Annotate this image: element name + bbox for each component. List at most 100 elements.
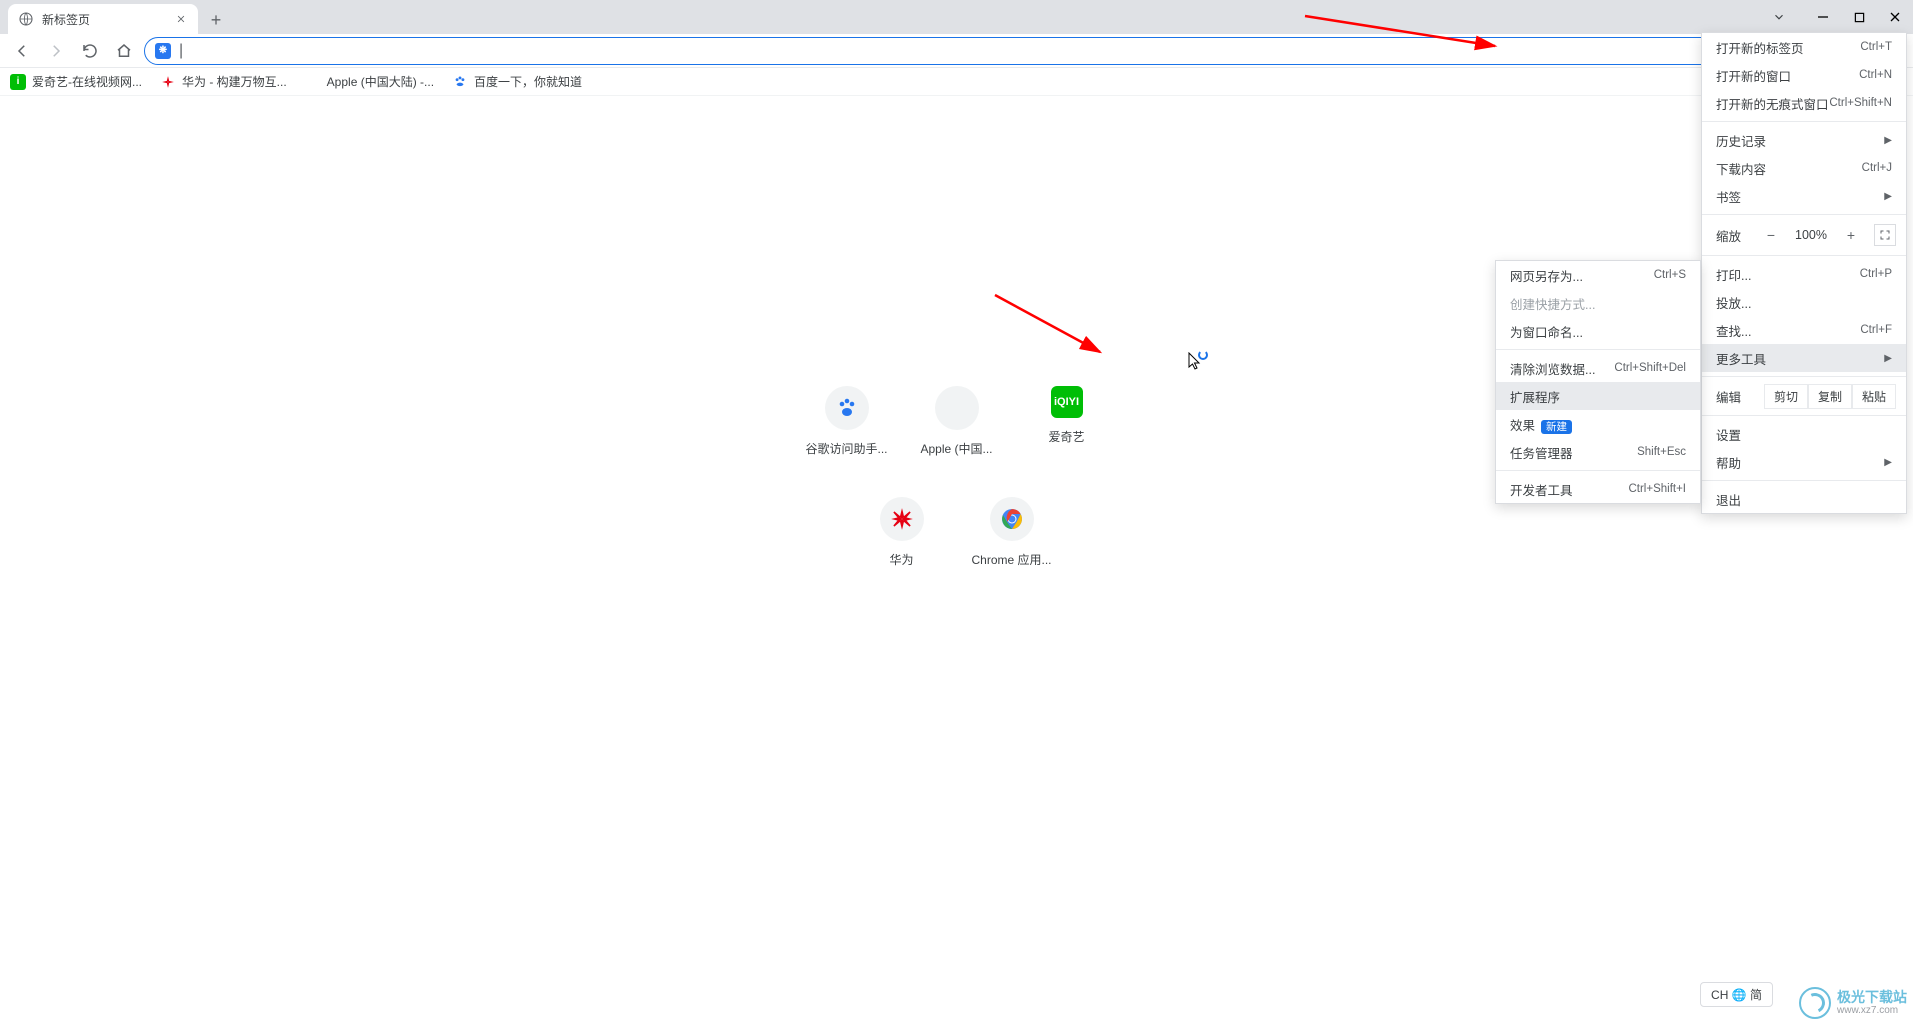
bookmark-item[interactable]: 百度一下，你就知道 [452,73,582,90]
menu-item[interactable]: 打开新的窗口 Ctrl+N [1702,61,1906,89]
menu-item[interactable]: 效果新建 [1496,410,1700,438]
shortcut-item[interactable]: Apple (中国... [917,386,997,457]
site-icon: ❋ [155,43,171,59]
huawei-icon [160,74,176,90]
zoom-value: 100% [1788,228,1834,242]
copy-button[interactable]: 复制 [1808,384,1852,409]
iqiyi-icon: iQIYI [1051,386,1083,418]
shortcut-item[interactable]: 华为 [862,497,942,568]
shortcut-label: Chrome 应用... [971,551,1051,568]
home-button[interactable] [110,37,138,65]
menu-item-label: 打开新的标签页 [1716,38,1804,57]
minimize-button[interactable] [1805,2,1841,32]
menu-item[interactable]: 为窗口命名... [1496,317,1700,345]
menu-item-label: 开发者工具 [1510,480,1573,499]
zoom-out-button[interactable]: − [1760,224,1782,246]
paste-button[interactable]: 粘贴 [1852,384,1896,409]
cut-button[interactable]: 剪切 [1764,384,1808,409]
bookmark-label: 爱奇艺-在线视频网... [32,73,142,90]
menu-item-label: 为窗口命名... [1510,322,1583,341]
fullscreen-icon[interactable] [1874,224,1896,246]
close-tab-icon[interactable] [174,12,188,26]
menu-shortcut: Ctrl+J [1862,162,1892,174]
shortcut-item[interactable]: 谷歌访问助手... [807,386,887,457]
submenu-arrow-icon: ▶ [1884,191,1892,202]
new-tab-button[interactable]: + [202,6,230,34]
submenu-arrow-icon: ▶ [1884,135,1892,146]
reload-button[interactable] [76,37,104,65]
shortcut-label: 爱奇艺 [1048,428,1084,445]
submenu-arrow-icon: ▶ [1884,457,1892,468]
maximize-button[interactable] [1841,2,1877,32]
menu-item[interactable]: 历史记录 ▶ [1702,126,1906,154]
tab-search-icon[interactable] [1761,2,1797,32]
menu-item-label: 设置 [1716,425,1741,444]
more-tools-submenu: 网页另存为...Ctrl+S 创建快捷方式... 为窗口命名... 清除浏览数据..… [1495,260,1701,504]
menu-item[interactable]: 创建快捷方式... [1496,289,1700,317]
iqiyi-icon: i [10,74,26,90]
bookmark-label: 百度一下，你就知道 [474,73,582,90]
separator: | [179,42,183,60]
bookmark-item[interactable]: Apple (中国大陆) -... [305,73,434,90]
menu-item[interactable]: 开发者工具Ctrl+Shift+I [1496,475,1700,503]
menu-item[interactable]: 更多工具 ▶ [1702,344,1906,372]
shortcuts-grid: 谷歌访问助手... Apple (中国... iQIYI 爱奇艺 华为 Chrom… [687,386,1227,568]
menu-shortcut: Shift+Esc [1637,446,1686,458]
menu-item-label: 创建快捷方式... [1510,294,1595,313]
menu-item-label: 帮助 [1716,453,1741,472]
menu-item[interactable]: 网页另存为...Ctrl+S [1496,261,1700,289]
back-button[interactable] [8,37,36,65]
menu-item[interactable]: 帮助 ▶ [1702,448,1906,476]
close-window-button[interactable] [1877,2,1913,32]
zoom-row: 缩放 − 100% + [1702,219,1906,251]
menu-item[interactable]: 打开新的无痕式窗口Ctrl+Shift+N [1702,89,1906,117]
menu-item-label: 打印... [1716,265,1751,284]
menu-shortcut: Ctrl+N [1859,69,1892,81]
title-bar: 新标签页 + [0,0,1913,34]
shortcut-item[interactable]: iQIYI 爱奇艺 [1027,386,1107,457]
menu-item-label: 退出 [1716,490,1741,509]
menu-item-label: 投放... [1716,293,1751,312]
forward-button[interactable] [42,37,70,65]
submenu-arrow-icon: ▶ [1884,353,1892,364]
menu-item[interactable]: 打印... Ctrl+P [1702,260,1906,288]
edit-row: 编辑 剪切 复制 粘贴 [1702,381,1906,411]
menu-item[interactable]: 任务管理器Shift+Esc [1496,438,1700,466]
menu-item-label: 查找... [1716,321,1751,340]
window-controls [1761,0,1913,34]
zoom-in-button[interactable]: + [1840,224,1862,246]
menu-item[interactable]: 设置 [1702,420,1906,448]
menu-item[interactable]: 退出 [1702,485,1906,513]
url-input[interactable] [191,43,1712,58]
menu-item[interactable]: 打开新的标签页 Ctrl+T [1702,33,1906,61]
menu-shortcut: Ctrl+P [1860,268,1892,280]
menu-item[interactable]: 扩展程序 [1496,382,1700,410]
menu-item-label: 书签 [1716,187,1741,206]
menu-item[interactable]: 投放... [1702,288,1906,316]
bookmark-item[interactable]: 华为 - 构建万物互... [160,73,287,90]
menu-item[interactable]: 查找...Ctrl+F [1702,316,1906,344]
address-bar[interactable]: ❋ | [144,37,1777,65]
menu-item[interactable]: 清除浏览数据...Ctrl+Shift+Del [1496,354,1700,382]
menu-item[interactable]: 书签 ▶ [1702,182,1906,210]
bookmarks-bar: i 爱奇艺-在线视频网... 华为 - 构建万物互... Apple (中国大陆)… [0,68,1913,96]
bookmark-item[interactable]: i 爱奇艺-在线视频网... [10,73,142,90]
bookmark-label: Apple (中国大陆) -... [327,73,434,90]
menu-item-label: 下载内容 [1716,159,1766,178]
shortcut-item[interactable]: Chrome 应用... [972,497,1052,568]
apple-icon [935,386,979,430]
ime-indicator[interactable]: CH 🌐 简 [1700,982,1773,1007]
globe-icon [18,11,34,27]
menu-shortcut: Ctrl+T [1860,41,1892,53]
huawei-icon [880,497,924,541]
shortcut-label: 谷歌访问助手... [806,440,888,457]
browser-tab[interactable]: 新标签页 [8,4,198,34]
main-menu: 打开新的标签页 Ctrl+T 打开新的窗口 Ctrl+N 打开新的无痕式窗口Ctrl+S… [1701,32,1907,514]
menu-item[interactable]: 下载内容 Ctrl+J [1702,154,1906,182]
menu-item-label: 更多工具 [1716,349,1766,368]
chrome-icon [990,497,1034,541]
menu-shortcut: Ctrl+S [1654,269,1686,281]
menu-item-label: 打开新的窗口 [1716,66,1791,85]
bookmark-label: 华为 - 构建万物互... [182,73,287,90]
menu-item-label: 历史记录 [1716,131,1766,150]
